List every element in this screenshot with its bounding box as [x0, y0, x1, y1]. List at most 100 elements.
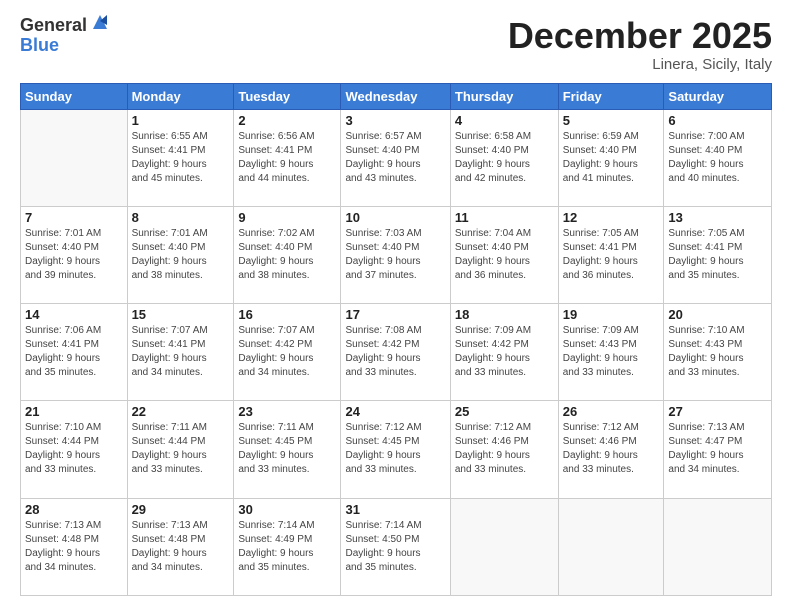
day-info: Sunrise: 7:12 AMSunset: 4:45 PMDaylight:… — [345, 421, 445, 477]
calendar-day-cell: 17Sunrise: 7:08 AMSunset: 4:42 PMDayligh… — [341, 304, 450, 401]
day-info: Sunrise: 7:07 AMSunset: 4:41 PMDaylight:… — [132, 324, 230, 380]
weekday-header: Wednesday — [341, 83, 450, 109]
calendar-day-cell: 10 Sunrise: 7:03 AMSunset: 4:40 PMDayligh… — [341, 206, 450, 303]
day-info: Sunrise: 7:03 AMSunset: 4:40 PMDaylight:… — [345, 227, 445, 283]
day-number: 30 — [238, 502, 336, 517]
day-number: 22 — [132, 404, 230, 419]
calendar-day-cell: 5Sunrise: 6:59 AMSunset: 4:40 PMDaylight… — [558, 109, 664, 206]
weekday-header: Tuesday — [234, 83, 341, 109]
logo-blue: Blue — [20, 36, 111, 56]
day-number: 1 — [132, 113, 230, 128]
weekday-header: Saturday — [664, 83, 772, 109]
logo-general: General — [20, 16, 87, 36]
day-number: 11 — [455, 210, 554, 225]
calendar-week-row: 21Sunrise: 7:10 AMSunset: 4:44 PMDayligh… — [21, 401, 772, 498]
day-info: Sunrise: 6:59 AMSunset: 4:40 PMDaylight:… — [563, 130, 660, 186]
day-number: 31 — [345, 502, 445, 517]
day-info: Sunrise: 7:11 AMSunset: 4:45 PMDaylight:… — [238, 421, 336, 477]
day-number: 28 — [25, 502, 123, 517]
weekday-header: Thursday — [450, 83, 558, 109]
calendar-day-cell: 13 Sunrise: 7:05 AMSunset: 4:41 PMDayligh… — [664, 206, 772, 303]
calendar-day-cell: 30 Sunrise: 7:14 AMSunset: 4:49 PMDayligh… — [234, 498, 341, 595]
day-number: 25 — [455, 404, 554, 419]
page: General Blue December 2025 Linera, Sicil… — [0, 0, 792, 612]
day-info: Sunrise: 7:00 AMSunset: 4:40 PMDaylight:… — [668, 130, 767, 186]
calendar-day-cell: 6 Sunrise: 7:00 AMSunset: 4:40 PMDaylight… — [664, 109, 772, 206]
calendar-day-cell: 3 Sunrise: 6:57 AMSunset: 4:40 PMDaylight… — [341, 109, 450, 206]
calendar-day-cell: 20Sunrise: 7:10 AMSunset: 4:43 PMDayligh… — [664, 304, 772, 401]
day-number: 14 — [25, 307, 123, 322]
day-number: 13 — [668, 210, 767, 225]
day-info: Sunrise: 7:09 AMSunset: 4:43 PMDaylight:… — [563, 324, 660, 380]
day-info: Sunrise: 7:12 AMSunset: 4:46 PMDaylight:… — [563, 421, 660, 477]
calendar-day-cell: 8Sunrise: 7:01 AMSunset: 4:40 PMDaylight… — [127, 206, 234, 303]
calendar-day-cell: 14 Sunrise: 7:06 AMSunset: 4:41 PMDayligh… — [21, 304, 128, 401]
location: Linera, Sicily, Italy — [508, 56, 772, 73]
day-number: 29 — [132, 502, 230, 517]
day-info: Sunrise: 7:05 AMSunset: 4:41 PMDaylight:… — [668, 227, 767, 283]
day-number: 10 — [345, 210, 445, 225]
calendar-day-cell: 22 Sunrise: 7:11 AMSunset: 4:44 PMDayligh… — [127, 401, 234, 498]
calendar-day-cell: 24 Sunrise: 7:12 AMSunset: 4:45 PMDayligh… — [341, 401, 450, 498]
calendar-day-cell: 18 Sunrise: 7:09 AMSunset: 4:42 PMDayligh… — [450, 304, 558, 401]
calendar-header-row: SundayMondayTuesdayWednesdayThursdayFrid… — [21, 83, 772, 109]
day-info: Sunrise: 7:07 AMSunset: 4:42 PMDaylight:… — [238, 324, 336, 380]
calendar-day-cell: 26Sunrise: 7:12 AMSunset: 4:46 PMDayligh… — [558, 401, 664, 498]
calendar-day-cell: 27Sunrise: 7:13 AMSunset: 4:47 PMDayligh… — [664, 401, 772, 498]
day-info: Sunrise: 6:56 AMSunset: 4:41 PMDaylight:… — [238, 130, 336, 186]
day-number: 12 — [563, 210, 660, 225]
day-info: Sunrise: 7:02 AMSunset: 4:40 PMDaylight:… — [238, 227, 336, 283]
month-title: December 2025 — [508, 16, 772, 56]
logo: General Blue — [20, 16, 111, 56]
day-info: Sunrise: 7:13 AMSunset: 4:48 PMDaylight:… — [132, 519, 230, 575]
day-info: Sunrise: 7:04 AMSunset: 4:40 PMDaylight:… — [455, 227, 554, 283]
calendar-day-cell — [558, 498, 664, 595]
calendar-day-cell — [664, 498, 772, 595]
day-number: 6 — [668, 113, 767, 128]
day-number: 23 — [238, 404, 336, 419]
day-info: Sunrise: 7:05 AMSunset: 4:41 PMDaylight:… — [563, 227, 660, 283]
day-number: 15 — [132, 307, 230, 322]
day-info: Sunrise: 6:57 AMSunset: 4:40 PMDaylight:… — [345, 130, 445, 186]
calendar-day-cell: 21Sunrise: 7:10 AMSunset: 4:44 PMDayligh… — [21, 401, 128, 498]
day-number: 21 — [25, 404, 123, 419]
calendar-day-cell — [450, 498, 558, 595]
day-info: Sunrise: 7:11 AMSunset: 4:44 PMDaylight:… — [132, 421, 230, 477]
calendar-day-cell: 16Sunrise: 7:07 AMSunset: 4:42 PMDayligh… — [234, 304, 341, 401]
calendar-day-cell — [21, 109, 128, 206]
day-info: Sunrise: 7:13 AMSunset: 4:47 PMDaylight:… — [668, 421, 767, 477]
day-info: Sunrise: 7:14 AMSunset: 4:49 PMDaylight:… — [238, 519, 336, 575]
day-info: Sunrise: 7:12 AMSunset: 4:46 PMDaylight:… — [455, 421, 554, 477]
calendar-week-row: 7 Sunrise: 7:01 AMSunset: 4:40 PMDaylight… — [21, 206, 772, 303]
calendar-day-cell: 25 Sunrise: 7:12 AMSunset: 4:46 PMDayligh… — [450, 401, 558, 498]
calendar-week-row: 28 Sunrise: 7:13 AMSunset: 4:48 PMDayligh… — [21, 498, 772, 595]
day-info: Sunrise: 6:58 AMSunset: 4:40 PMDaylight:… — [455, 130, 554, 186]
day-info: Sunrise: 7:10 AMSunset: 4:43 PMDaylight:… — [668, 324, 767, 380]
day-number: 19 — [563, 307, 660, 322]
calendar-day-cell: 4Sunrise: 6:58 AMSunset: 4:40 PMDaylight… — [450, 109, 558, 206]
day-number: 24 — [345, 404, 445, 419]
header: General Blue December 2025 Linera, Sicil… — [20, 16, 772, 73]
calendar-day-cell: 19 Sunrise: 7:09 AMSunset: 4:43 PMDayligh… — [558, 304, 664, 401]
day-info: Sunrise: 7:06 AMSunset: 4:41 PMDaylight:… — [25, 324, 123, 380]
calendar-day-cell: 28Sunrise: 7:13 AMSunset: 4:48 PMDayligh… — [21, 498, 128, 595]
calendar-day-cell: 12 Sunrise: 7:05 AMSunset: 4:41 PMDayligh… — [558, 206, 664, 303]
day-info: Sunrise: 7:01 AMSunset: 4:40 PMDaylight:… — [25, 227, 123, 283]
calendar-day-cell: 9 Sunrise: 7:02 AMSunset: 4:40 PMDaylight… — [234, 206, 341, 303]
day-number: 2 — [238, 113, 336, 128]
calendar-day-cell: 11 Sunrise: 7:04 AMSunset: 4:40 PMDayligh… — [450, 206, 558, 303]
day-number: 9 — [238, 210, 336, 225]
logo-icon — [89, 11, 111, 33]
calendar-day-cell: 31 Sunrise: 7:14 AMSunset: 4:50 PMDayligh… — [341, 498, 450, 595]
day-number: 7 — [25, 210, 123, 225]
day-number: 18 — [455, 307, 554, 322]
calendar-day-cell: 7 Sunrise: 7:01 AMSunset: 4:40 PMDaylight… — [21, 206, 128, 303]
weekday-header: Monday — [127, 83, 234, 109]
title-block: December 2025 Linera, Sicily, Italy — [508, 16, 772, 73]
day-info: Sunrise: 7:14 AMSunset: 4:50 PMDaylight:… — [345, 519, 445, 575]
calendar-week-row: 1Sunrise: 6:55 AMSunset: 4:41 PMDaylight… — [21, 109, 772, 206]
calendar-week-row: 14 Sunrise: 7:06 AMSunset: 4:41 PMDayligh… — [21, 304, 772, 401]
day-number: 3 — [345, 113, 445, 128]
day-info: Sunrise: 7:08 AMSunset: 4:42 PMDaylight:… — [345, 324, 445, 380]
day-info: Sunrise: 7:09 AMSunset: 4:42 PMDaylight:… — [455, 324, 554, 380]
